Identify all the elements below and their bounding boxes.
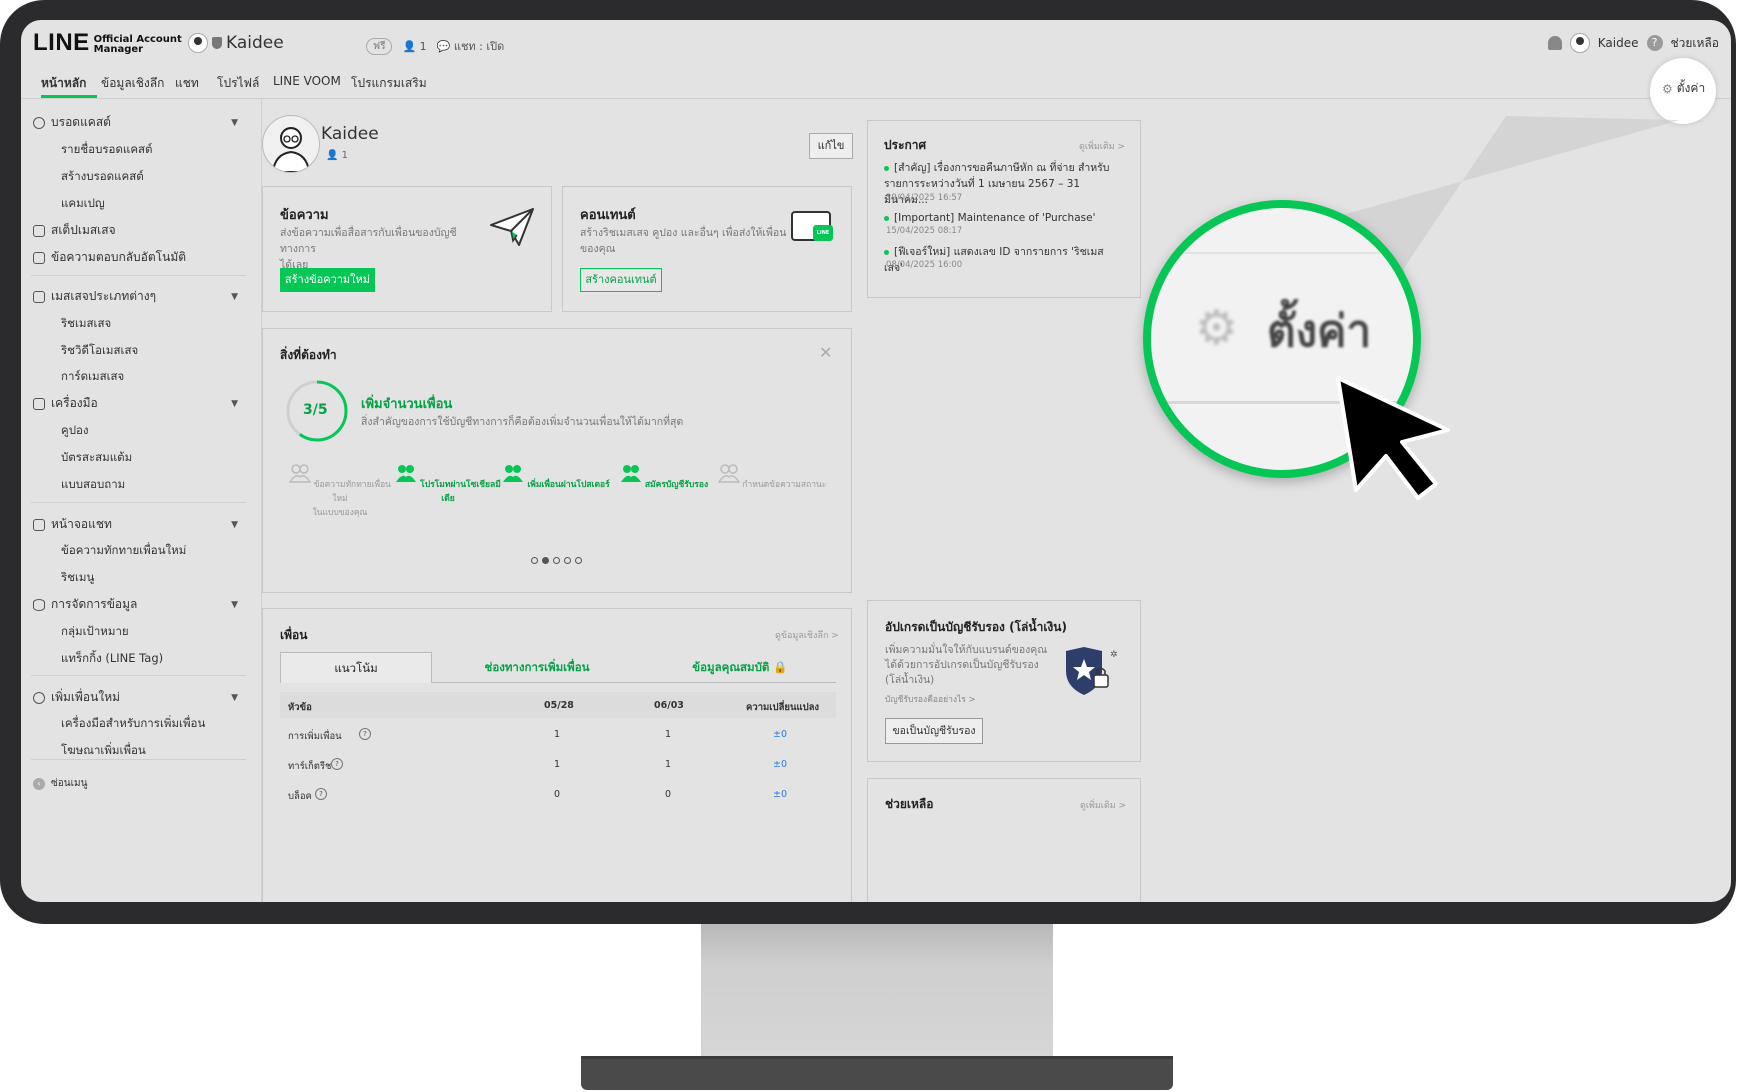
magnifier-beam xyxy=(1282,116,1680,336)
magnified-settings-label: ตั้งค่า xyxy=(1267,306,1372,357)
gear-icon: ⚙ xyxy=(1195,300,1239,356)
magnifier-divider xyxy=(1151,252,1413,254)
mouse-cursor-icon xyxy=(1336,376,1450,500)
